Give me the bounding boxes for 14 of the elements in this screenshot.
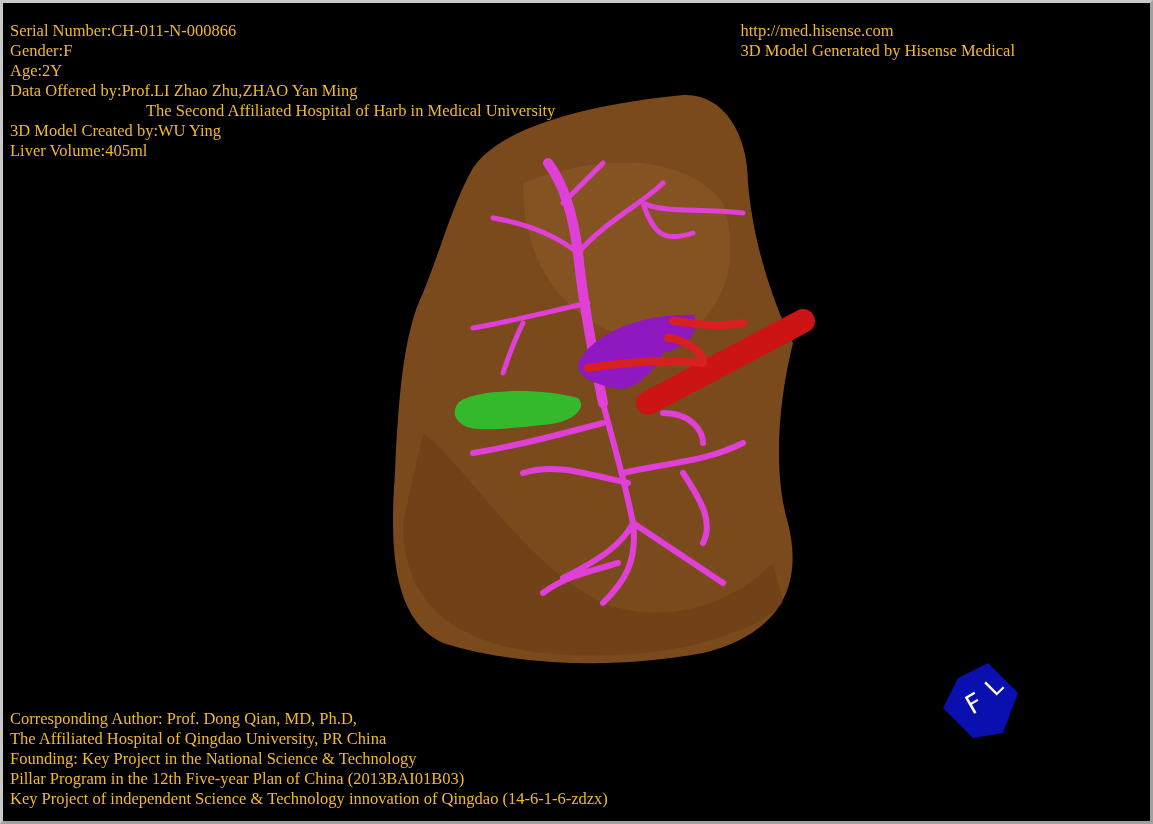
info-text: Gender:F <box>10 41 73 61</box>
info-text: The Second Affiliated Hospital of Harb in Medical University <box>145 101 556 121</box>
info-text: Age:2Y <box>10 61 63 81</box>
info-text: Corresponding Author: Prof. Dong Qian, MD, Ph.D, <box>10 709 357 729</box>
info-text: Data Offered by:Prof.LI Zhao Zhu,ZHAO Yan Ming <box>10 81 358 101</box>
info-text: The Affiliated Hospital of Qingdao University, PR China <box>10 729 387 749</box>
info-text: Serial Number:CH-011-N-000866 <box>10 21 237 41</box>
info-text: 3D Model Created by:WU Ying <box>10 121 222 141</box>
info-text: Founding: Key Project in the National Science & Technology <box>10 749 417 769</box>
info-text: Liver Volume:405ml <box>10 141 148 161</box>
info-text: Key Project of independent Science & Technology innovation of Qingdao (14-6-1-6-zdzx) <box>10 789 608 809</box>
info-text: 3D Model Generated by Hisense Medical <box>740 41 1015 61</box>
info-text: http://med.hisense.com <box>740 21 894 41</box>
info-text: Pillar Program in the 12th Five-year Plan of China (2013BAI01B03) <box>10 769 465 789</box>
